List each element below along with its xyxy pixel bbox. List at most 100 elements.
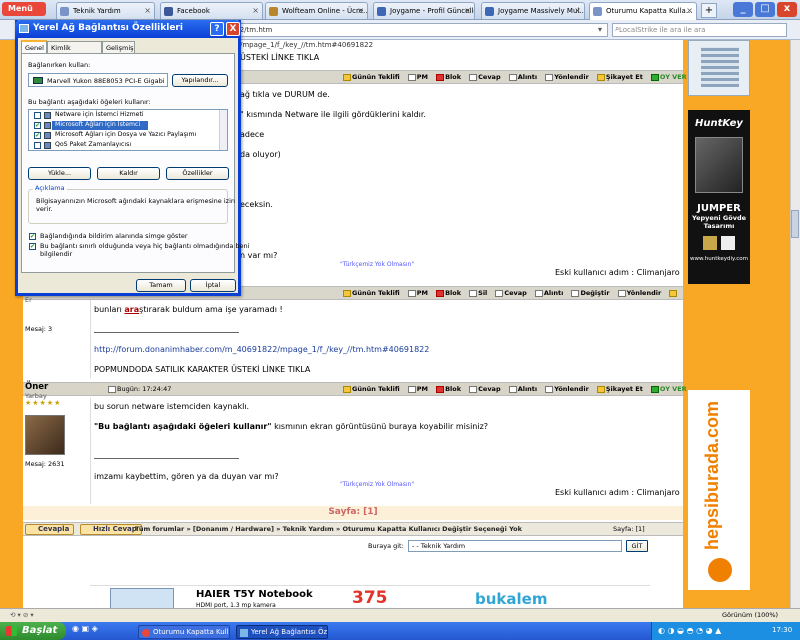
post-link[interactable]: http://forum.donanimhaber.com/m_40691822… xyxy=(94,345,429,354)
deal-action[interactable]: Günün Teklifi xyxy=(343,73,400,81)
properties-button[interactable]: Özellikler xyxy=(166,167,229,180)
page-scrollbar[interactable] xyxy=(790,40,800,608)
show-desktop-icon[interactable]: ▣ xyxy=(82,624,90,633)
reply-action[interactable]: Cevap xyxy=(495,289,527,297)
tab-wolfteam[interactable]: Wolfteam Online - Ücre... × xyxy=(265,2,368,19)
checkbox-microsoft-client[interactable]: ✔ xyxy=(34,122,41,129)
address-dropdown-icon[interactable]: ▾ xyxy=(598,25,602,34)
media-icon[interactable]: ◈ xyxy=(92,624,98,633)
taskbar-item-browser[interactable]: Oturumu Kapatta Kull... xyxy=(138,625,230,639)
block-action[interactable]: Blok xyxy=(436,73,461,81)
building-ad[interactable] xyxy=(688,40,750,96)
quote-action[interactable]: Alıntı xyxy=(508,385,537,393)
pm-action[interactable]: PM xyxy=(407,385,428,393)
huntkey-ad[interactable]: HuntKey JUMPER Yepyeni Gövde Tasarımı ww… xyxy=(688,110,750,284)
tab-joygame-profil[interactable]: Joygame - Profil Güncelle × xyxy=(373,2,475,19)
list-item-selected[interactable]: Microsoft Ağları için İstemci xyxy=(55,121,140,130)
checkbox-show-icon[interactable]: ✔ xyxy=(29,233,36,240)
report-action[interactable]: Şikayet Et xyxy=(596,385,643,393)
zoom-indicator[interactable]: Görünüm (100%) xyxy=(722,611,778,619)
connect-using-label: Bağlanırken kullan: xyxy=(28,61,91,69)
option-notify-label-cont[interactable]: bilgilendir xyxy=(40,250,72,258)
list-item[interactable]: Netware için İstemci Hizmeti xyxy=(55,111,144,120)
pm-action[interactable]: PM xyxy=(407,73,428,81)
tab-close-icon[interactable]: × xyxy=(464,6,471,15)
tab-genel[interactable]: Genel xyxy=(21,40,47,54)
vote-action[interactable]: OY VER xyxy=(650,385,687,393)
block-action[interactable]: Blok xyxy=(436,385,461,393)
scrollbar-thumb[interactable] xyxy=(791,210,799,238)
tab-gelismis[interactable]: Gelişmiş xyxy=(102,41,135,53)
close-window-button[interactable]: x xyxy=(777,2,797,17)
hepsiburada-ad[interactable]: hepsiburada.com xyxy=(688,390,750,590)
forward-action[interactable]: Yönlendir xyxy=(545,385,589,393)
taskbar-item-dialog[interactable]: Yerel Ağ Bağlantısı Öz... xyxy=(236,625,328,639)
tab-teknik-yardim[interactable]: Teknik Yardım × xyxy=(56,2,155,19)
tab-close-icon[interactable]: × xyxy=(357,6,364,15)
top-link-fragment[interactable]: /mpage_1/f_/key_//tm.htm#40691822 xyxy=(240,41,373,49)
option-show-icon-label[interactable]: Bağlandığında bildirim alanında simge gö… xyxy=(40,232,188,240)
list-scrollbar[interactable] xyxy=(219,110,227,150)
help-button[interactable]: ? xyxy=(210,22,224,36)
tab-oturumu-kapatta[interactable]: Oturumu Kapatta Kulla... × xyxy=(589,2,697,20)
forward-action[interactable]: Yönlendir xyxy=(545,73,589,81)
list-item[interactable]: Microsoft Ağları için Dosya ve Yazıcı Pa… xyxy=(55,131,196,140)
quote-action[interactable]: Alıntı xyxy=(534,289,563,297)
checkbox-notify-limited[interactable]: ✔ xyxy=(29,243,36,250)
tab-label: Facebook xyxy=(177,7,210,15)
report-action[interactable]: Şikayet Et xyxy=(596,73,643,81)
tab-close-icon[interactable]: × xyxy=(144,6,151,15)
pm-action[interactable]: PM xyxy=(407,289,428,297)
tab-favicon-icon xyxy=(269,7,278,16)
huntkey-logo: HuntKey xyxy=(695,118,743,129)
vote-action[interactable]: OY VER xyxy=(650,73,687,81)
tab-close-icon[interactable]: × xyxy=(252,6,259,15)
dialog-titlebar[interactable]: Yerel Ağ Bağlantısı Özellikleri ? X xyxy=(15,20,241,38)
uninstall-button[interactable]: Kaldır xyxy=(97,167,160,180)
install-button[interactable]: Yükle... xyxy=(28,167,91,180)
pagination[interactable]: Sayfa: [1] xyxy=(23,506,683,520)
reply-action[interactable]: Cevap xyxy=(469,73,501,81)
tab-close-icon[interactable]: × xyxy=(574,6,581,15)
block-action[interactable]: Blok xyxy=(436,289,461,297)
notebook-ad[interactable]: HAIER T5Y Notebook HDMI port, 1.3 mp kam… xyxy=(90,585,650,609)
address-input[interactable]: 7571822/tm.htm xyxy=(208,23,608,37)
username-link[interactable]: Öner xyxy=(25,382,48,392)
avatar[interactable] xyxy=(25,415,65,455)
extra-icon[interactable] xyxy=(669,289,678,297)
minimize-button[interactable]: _ xyxy=(733,2,753,17)
tab-close-icon[interactable]: × xyxy=(686,6,693,15)
quote-action[interactable]: Alıntı xyxy=(508,73,537,81)
ok-button[interactable]: Tamam xyxy=(136,279,186,292)
maximize-button[interactable]: □ xyxy=(755,2,775,17)
new-tab-button[interactable]: + xyxy=(701,3,717,18)
configure-button[interactable]: Yapılandır... xyxy=(172,74,228,87)
dialog-close-button[interactable]: X xyxy=(226,22,240,36)
deal-action[interactable]: Günün Teklifi xyxy=(343,385,400,393)
browser-menu-button[interactable]: Menü xyxy=(2,2,46,16)
tab-kimlik-dogrulama[interactable]: Kimlik Doğrulama xyxy=(47,41,102,60)
checkbox-qos[interactable] xyxy=(34,142,41,149)
delete-action[interactable]: Sil xyxy=(469,289,487,297)
goto-select[interactable]: - - Teknik Yardım xyxy=(408,540,622,552)
cancel-button[interactable]: İptal xyxy=(190,279,236,292)
status-icons[interactable]: ⟲ ▾ ⊘ ▾ xyxy=(10,611,34,619)
goto-button[interactable]: GİT xyxy=(626,540,648,552)
ie-icon[interactable]: ◉ xyxy=(72,624,79,633)
checkbox-netware[interactable] xyxy=(34,112,41,119)
edit-action[interactable]: Değiştir xyxy=(571,289,610,297)
tab-facebook[interactable]: Facebook × xyxy=(160,2,263,19)
tray-icons[interactable]: ◐ ◑ ◒ ◓ ◔ ◕ ▲ xyxy=(658,626,721,635)
tab-joygame-massively[interactable]: Joygame Massively Mul... × xyxy=(481,2,585,19)
start-button[interactable]: Başlat xyxy=(0,622,66,640)
list-item[interactable]: QoS Paket Zamanlayıcısı xyxy=(55,141,131,150)
quick-reply-button[interactable]: Hızlı Cevap xyxy=(80,524,142,535)
option-notify-label[interactable]: Bu bağlantı sınırlı olduğunda veya hiç b… xyxy=(40,242,249,250)
reply-action[interactable]: Cevap xyxy=(469,385,501,393)
breadcrumb[interactable]: Tüm forumlar » [Donanım / Hardware] » Te… xyxy=(135,525,522,533)
search-input[interactable]: LocalStrike ile ara ile ara xyxy=(612,23,787,37)
deal-action[interactable]: Günün Teklifi xyxy=(343,289,400,297)
checkbox-file-sharing[interactable]: ✔ xyxy=(34,132,41,139)
reply-button[interactable]: Cevapla xyxy=(25,524,75,535)
forward-action[interactable]: Yönlendir xyxy=(617,289,661,297)
